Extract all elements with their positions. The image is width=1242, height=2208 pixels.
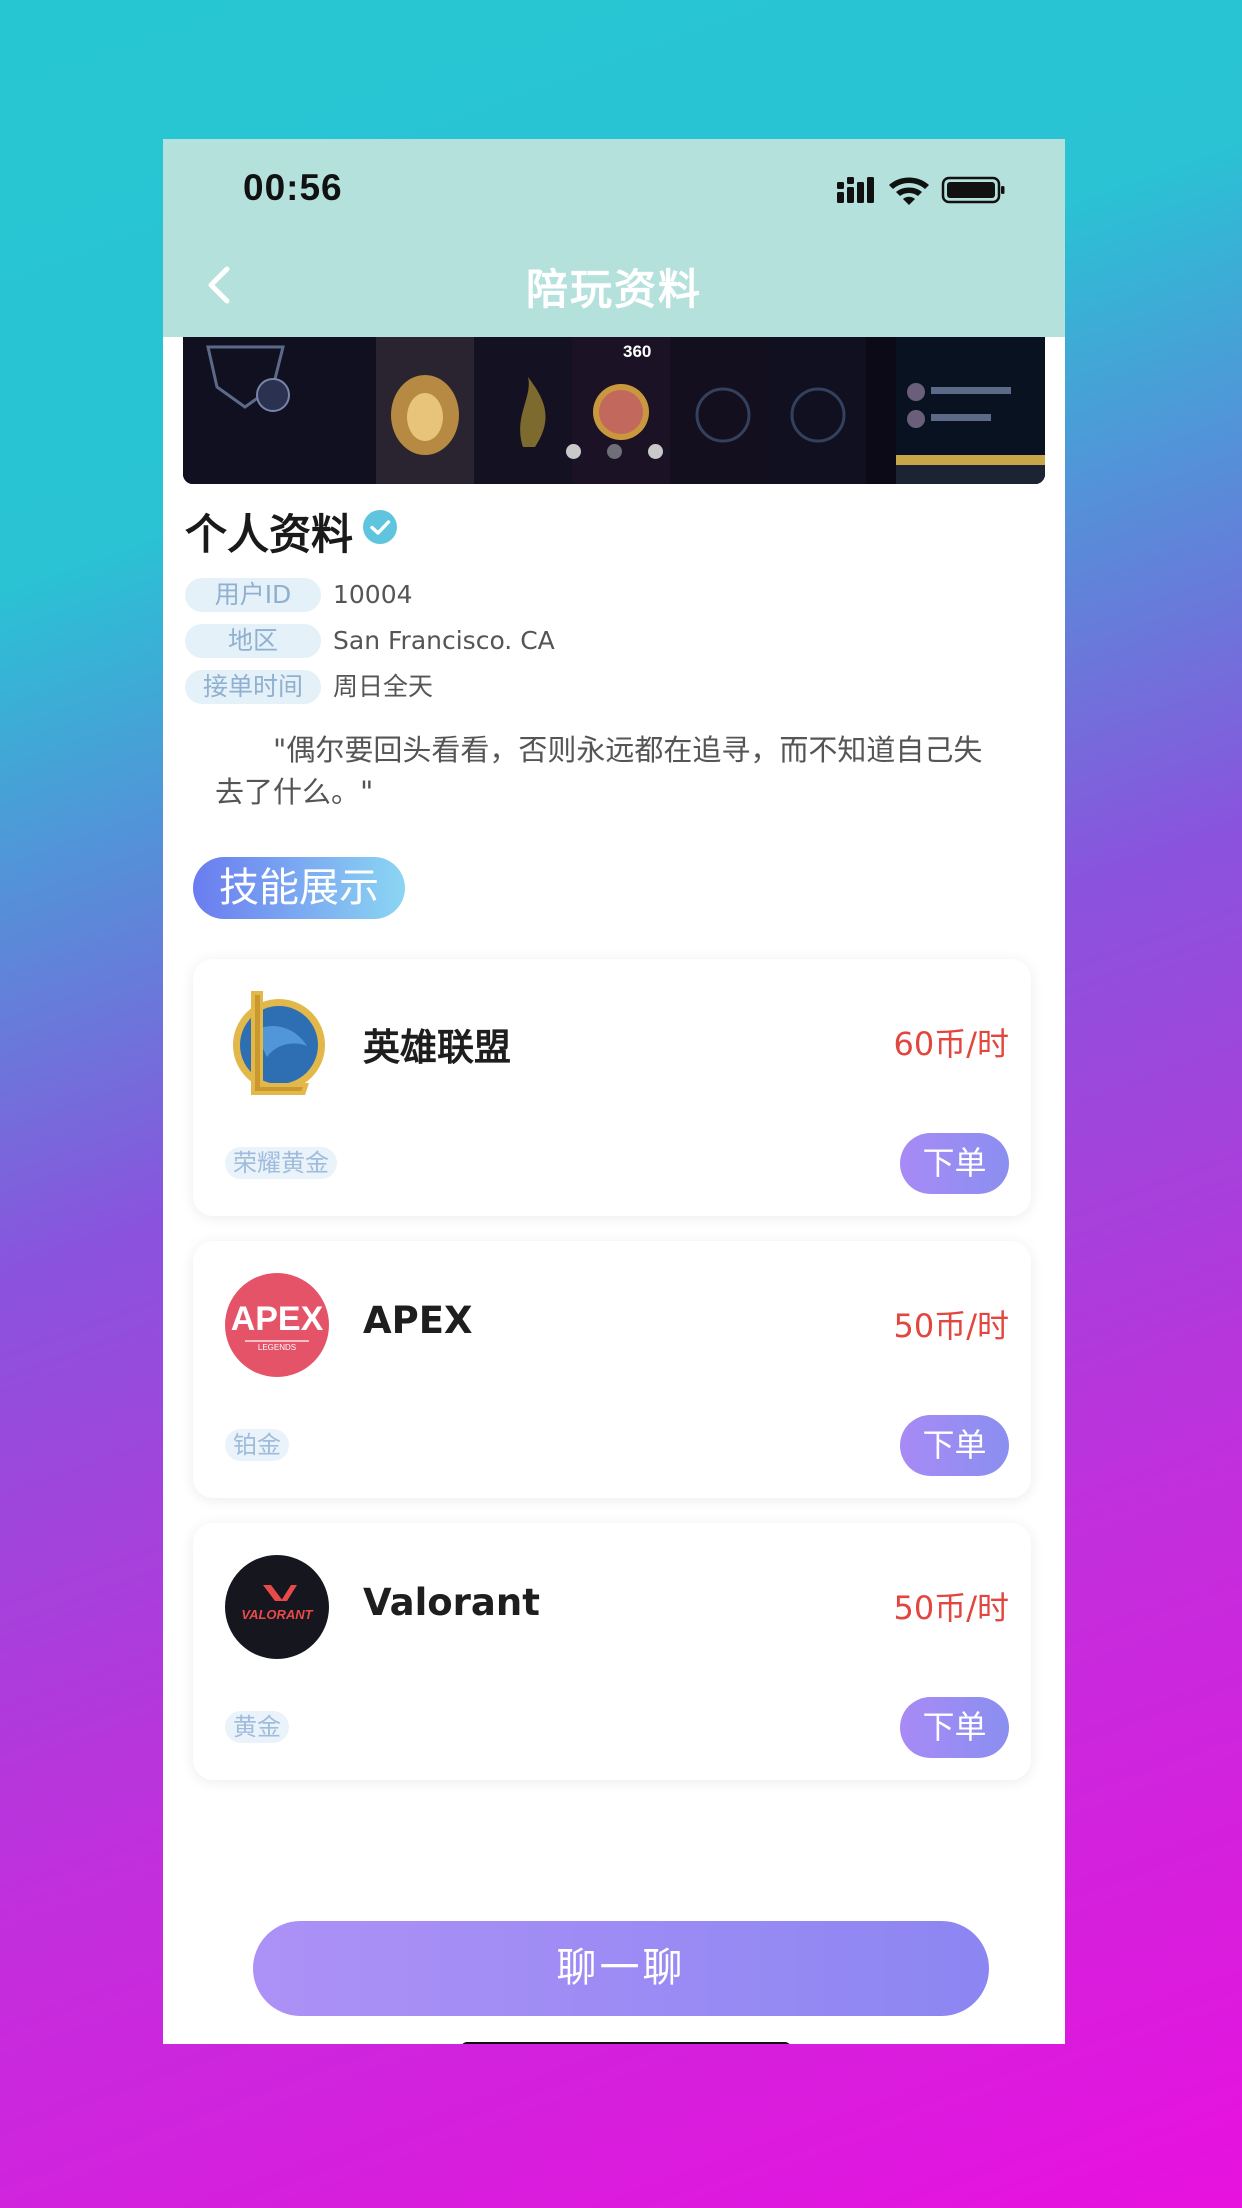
skills-section-title: 技能展示 — [193, 857, 405, 919]
wifi-icon — [889, 177, 929, 205]
game-price: 50币/时 — [893, 1307, 1009, 1345]
signal-icon — [837, 177, 874, 203]
league-of-legends-logo-icon — [233, 991, 325, 1095]
home-indicator[interactable] — [461, 2042, 791, 2044]
info-value: San Francisco. CA — [333, 626, 555, 655]
carousel-dot-2[interactable] — [606, 444, 622, 459]
skill-card-league-of-legends[interactable]: 英雄联盟 60币/时 荣耀黄金 下单 — [193, 959, 1031, 1216]
apex-logo-text: APEX — [231, 1300, 324, 1338]
chat-button[interactable]: 聊一聊 — [253, 1921, 989, 2016]
rank-badge: 荣耀黄金 — [225, 1147, 337, 1179]
game-price: 50币/时 — [893, 1589, 1009, 1627]
status-time: 00:56 — [243, 167, 343, 208]
valorant-logo-icon: VALORANT — [225, 1555, 329, 1659]
carousel-dot-3[interactable] — [647, 444, 663, 459]
profile-quote: "偶尔要回头看看，否则永远都在追寻，而不知道自己失去了什么。" — [215, 733, 983, 809]
status-icons — [837, 176, 1005, 205]
banner-score: 360 — [623, 342, 652, 361]
page-title: 陪玩资料 — [525, 265, 702, 314]
valorant-logo-text: VALORANT — [241, 1607, 313, 1622]
order-button[interactable]: 下单 — [900, 1415, 1009, 1476]
verified-badge-icon — [363, 510, 397, 544]
game-price: 60币/时 — [893, 1025, 1009, 1063]
profile-banner-carousel[interactable]: 360 — [183, 337, 1045, 484]
order-button[interactable]: 下单 — [900, 1133, 1009, 1194]
rank-badge: 黄金 — [225, 1711, 289, 1743]
skill-card-valorant[interactable]: VALORANT Valorant 50币/时 黄金 下单 — [193, 1523, 1031, 1780]
rank-badge: 铂金 — [225, 1429, 289, 1461]
game-name: Valorant — [363, 1581, 540, 1624]
apex-logo-subtext: LEGENDS — [258, 1343, 296, 1352]
game-name: APEX — [363, 1299, 473, 1342]
phone-screen: 360 00:56 陪玩资料 个人资料 用户ID 10004 地区 San Fr… — [163, 139, 1065, 2044]
top-bar: 00:56 陪玩资料 — [163, 139, 1065, 337]
info-value: 10004 — [333, 580, 413, 609]
profile-section-title: 个人资料 — [185, 510, 354, 559]
apex-legends-logo-icon: APEX LEGENDS — [225, 1273, 329, 1377]
info-value: 周日全天 — [333, 672, 434, 701]
carousel-dot-1[interactable] — [565, 444, 581, 459]
skill-card-apex[interactable]: APEX LEGENDS APEX 50币/时 铂金 下单 — [193, 1241, 1031, 1498]
info-label: 接单时间 — [185, 670, 321, 704]
battery-icon — [941, 176, 1005, 204]
order-button[interactable]: 下单 — [900, 1697, 1009, 1758]
carousel-dots — [183, 444, 1045, 464]
info-label: 用户ID — [185, 578, 321, 612]
info-label: 地区 — [185, 624, 321, 658]
game-name: 英雄联盟 — [363, 1026, 511, 1069]
